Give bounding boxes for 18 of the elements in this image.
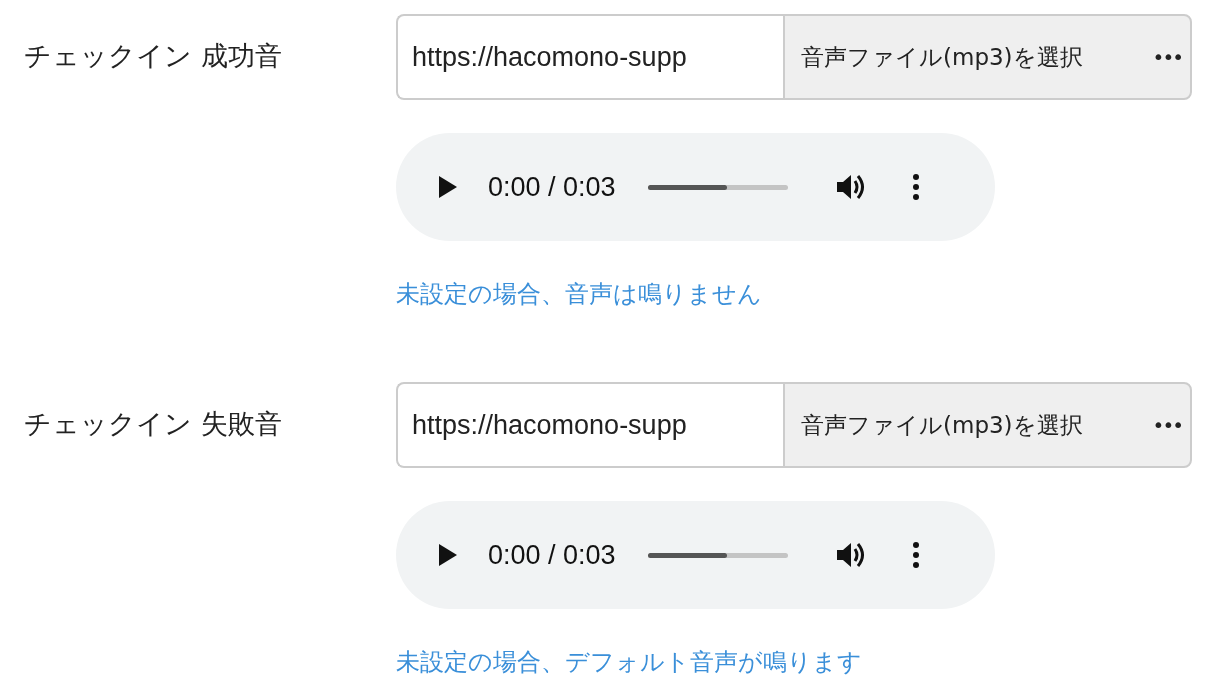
file-select-button[interactable]: 音声ファイル(mp3)を選択 ••• bbox=[783, 382, 1192, 468]
volume-icon[interactable] bbox=[835, 541, 866, 569]
input-field[interactable]: https://hacomono-supp bbox=[396, 14, 783, 100]
file-select-button[interactable]: 音声ファイル(mp3)を選択 ••• bbox=[783, 14, 1192, 100]
input-field[interactable]: https://hacomono-supp bbox=[396, 382, 783, 468]
playback-time: 0:00 / 0:03 bbox=[488, 539, 616, 571]
play-icon[interactable] bbox=[438, 543, 458, 567]
more-options-icon[interactable] bbox=[912, 542, 919, 568]
playback-time: 0:00 / 0:03 bbox=[488, 171, 616, 203]
field-label: チェックイン 失敗音 bbox=[23, 407, 283, 441]
progress-track[interactable] bbox=[647, 552, 788, 558]
play-icon[interactable] bbox=[438, 175, 458, 199]
hint-text: 未設定の場合、音声は鳴りません bbox=[396, 279, 762, 310]
hint-text: 未設定の場合、デフォルト音声が鳴ります bbox=[396, 647, 862, 678]
progress-track[interactable] bbox=[647, 184, 788, 190]
more-options-icon[interactable] bbox=[912, 174, 919, 200]
field-label: チェックイン 成功音 bbox=[23, 39, 283, 73]
volume-icon[interactable] bbox=[835, 173, 866, 201]
